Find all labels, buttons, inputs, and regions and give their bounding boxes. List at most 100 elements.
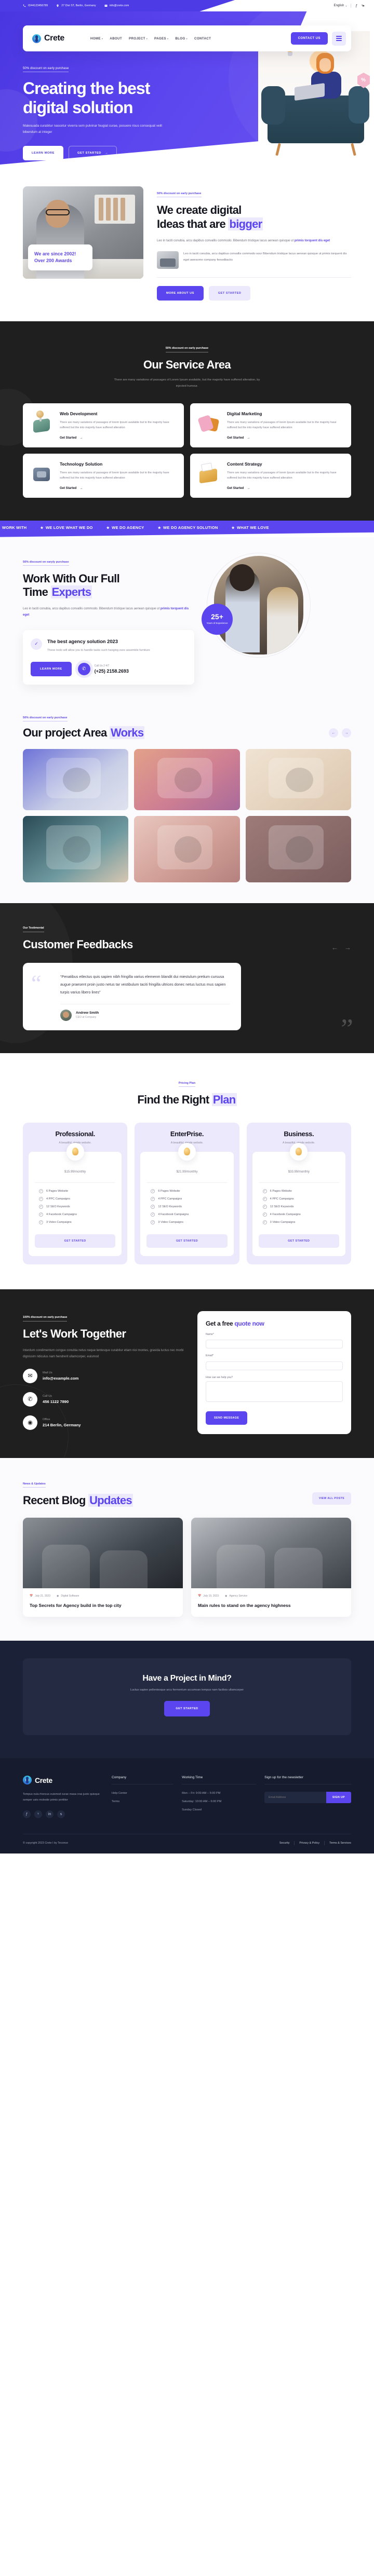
hero-get-started-label: GET STARTED bbox=[77, 151, 101, 155]
projects-grid bbox=[23, 749, 351, 883]
twitter-icon[interactable]: ᵛ bbox=[34, 1810, 42, 1818]
about-title-line1: We create digital bbox=[157, 203, 242, 216]
pricing-get-started-button[interactable]: GET STARTED bbox=[258, 1234, 339, 1248]
call-us-block[interactable]: ✆ Call Us 2 4/7 (+25) 2158.2693 bbox=[77, 662, 129, 675]
hero-learn-more-button[interactable]: LEARN MORE bbox=[23, 145, 63, 160]
skype-icon[interactable]: s bbox=[57, 1810, 65, 1818]
service-card[interactable]: Digital Marketing There are many variati… bbox=[190, 403, 351, 447]
nav-item-project[interactable]: PROJECT ▾ bbox=[129, 37, 148, 40]
pricing-card-price: $21.99 bbox=[176, 1170, 186, 1174]
testimonial-next-button[interactable]: → bbox=[344, 944, 351, 951]
project-tile[interactable] bbox=[23, 816, 129, 883]
top-bar: ID44123456789 27 Divi ST, Berlin, German… bbox=[0, 0, 374, 11]
project-tile[interactable] bbox=[134, 749, 240, 811]
about-get-started-button[interactable]: GET STARTED bbox=[208, 286, 251, 301]
projects-next-button[interactable]: → bbox=[342, 728, 351, 738]
contact-mail-item[interactable]: ✉ Mail Us info@example.com bbox=[23, 1368, 184, 1383]
project-tile[interactable] bbox=[23, 749, 129, 811]
service-card-link[interactable]: Get Started → bbox=[60, 437, 177, 440]
topbar-email[interactable]: info@crete.com bbox=[104, 4, 129, 7]
topbar-address[interactable]: 27 Divi ST, Berlin, Germany bbox=[56, 4, 96, 7]
tag-icon: ◉ bbox=[56, 1594, 59, 1598]
language-selector[interactable]: English ▾ bbox=[334, 4, 347, 7]
footer-link-terms-services[interactable]: Terms & Services bbox=[329, 1842, 351, 1845]
twitter-icon[interactable]: ​ᵛ▸ bbox=[362, 4, 365, 8]
service-card[interactable]: Web Development There are many variation… bbox=[23, 403, 184, 447]
pricing-feature: ✓ 4 PPC Campaigns bbox=[262, 1196, 339, 1201]
blog-card[interactable]: 📅 July 19, 2023 ◉ Agency Service Main rule… bbox=[191, 1518, 351, 1617]
pricing-grid: Professional. A beautiful, simple websit… bbox=[23, 1122, 351, 1264]
nav-item-pages[interactable]: PAGES ▾ bbox=[154, 37, 168, 40]
quote-form: Get a free quote now Name* Email* How ca… bbox=[197, 1311, 351, 1434]
blog-card-date: July 21, 2023 bbox=[35, 1594, 50, 1598]
contact-mail-value: info@example.com bbox=[43, 1375, 79, 1381]
calendar-icon: 📅 bbox=[30, 1594, 33, 1598]
footer-hours-heading: Working Time bbox=[182, 1776, 257, 1785]
blog-card-date-group: 📅 July 21, 2023 bbox=[30, 1594, 50, 1598]
nav-item-about[interactable]: ABOUT bbox=[110, 37, 122, 40]
newsletter-email-input[interactable] bbox=[264, 1792, 326, 1804]
pricing-get-started-button[interactable]: GET STARTED bbox=[146, 1234, 228, 1248]
more-about-us-button[interactable]: MORE ABOUT US bbox=[157, 286, 204, 301]
check-icon: ✓ bbox=[262, 1196, 267, 1201]
nav-item-blog[interactable]: BLOG ▾ bbox=[175, 37, 188, 40]
hero-section: % Crete HOME ▾ ABOUT PROJECT ▾ PAGES ▾ B… bbox=[0, 11, 374, 165]
footer-copyright: © copyright 2023 Crete I by Teconce bbox=[23, 1841, 69, 1845]
service-card-link[interactable]: Get Started → bbox=[227, 437, 344, 440]
name-input[interactable] bbox=[206, 1340, 343, 1349]
email-input[interactable] bbox=[206, 1361, 343, 1370]
service-card-link[interactable]: Get Started → bbox=[60, 487, 177, 490]
topbar-email-text: info@crete.com bbox=[109, 4, 129, 7]
pricing-header: Pricing Plan Find the Right Plan bbox=[23, 1077, 351, 1107]
view-all-posts-button[interactable]: VIEW ALL POSTS bbox=[312, 1492, 351, 1505]
service-card[interactable]: Content Strategy There are many variatio… bbox=[190, 453, 351, 498]
footer-link-security[interactable]: Security bbox=[279, 1842, 289, 1845]
menu-burger-icon[interactable] bbox=[332, 31, 346, 46]
message-textarea[interactable] bbox=[206, 1381, 343, 1402]
person-face-shape bbox=[319, 58, 331, 72]
marquee-item-label: WE DO AGENCY SOLUTION bbox=[163, 525, 218, 530]
projects-prev-button[interactable]: ← bbox=[329, 728, 338, 738]
nav-item-home[interactable]: HOME ▾ bbox=[90, 37, 103, 40]
topbar-contact-group: ID44123456789 27 Divi ST, Berlin, German… bbox=[0, 4, 129, 7]
pricing-feature: ✓ 12 SEO Keywords bbox=[151, 1204, 227, 1209]
about-paragraph-link[interactable]: primis torquent dis eget bbox=[295, 239, 330, 242]
facebook-icon[interactable]: ƒ bbox=[355, 4, 357, 8]
linkedin-icon[interactable]: in bbox=[46, 1810, 54, 1818]
newsletter-signup-button[interactable]: SIGN UP bbox=[326, 1792, 351, 1804]
hero-get-started-button[interactable]: GET STARTED → bbox=[68, 145, 117, 160]
about-paragraph: Leo in taciti conubia, arcu dapibus conv… bbox=[157, 238, 351, 244]
pricing-feature: ✓ 4 PPC Campaigns bbox=[39, 1196, 115, 1201]
experts-learn-more-button[interactable]: LEARN MORE bbox=[31, 661, 72, 676]
contact-office-item[interactable]: ◉ Office 214 Berlin, Germany bbox=[23, 1415, 184, 1430]
email-field-label: Email* bbox=[206, 1354, 213, 1358]
project-tile[interactable] bbox=[245, 749, 351, 811]
nav-item-contact[interactable]: CONTACT bbox=[194, 37, 211, 40]
footer-brand[interactable]: Crete bbox=[23, 1776, 103, 1785]
contact-us-button[interactable]: CONTACT US bbox=[290, 32, 328, 45]
footer-link-privacy[interactable]: Privacy & Policy bbox=[299, 1842, 319, 1845]
pricing-card-price: $33.99 bbox=[288, 1170, 298, 1174]
pricing-get-started-button[interactable]: GET STARTED bbox=[35, 1234, 116, 1248]
cta-get-started-button[interactable]: GET STARTED bbox=[164, 1701, 210, 1717]
brand-logo[interactable]: Crete bbox=[32, 34, 64, 43]
project-tile[interactable] bbox=[245, 816, 351, 883]
services-subtitle: There are many variations of passages of… bbox=[114, 378, 260, 388]
footer-link-help-center[interactable]: Help Center bbox=[112, 1792, 173, 1795]
award-card: We are since 2002! Over 200 Awards bbox=[28, 244, 92, 270]
service-card-link[interactable]: Get Started → bbox=[227, 487, 344, 490]
blog-title: Recent Blog Updates bbox=[23, 1493, 133, 1508]
service-card[interactable]: Technology Solution There are many varia… bbox=[23, 453, 184, 498]
topbar-phone[interactable]: ID44123456789 bbox=[23, 4, 48, 7]
send-message-button[interactable]: SEND MESSAGE bbox=[206, 1411, 248, 1425]
contact-phone-item[interactable]: ✆ Call Us 456 1122 7890 bbox=[23, 1392, 184, 1407]
blog-card[interactable]: 📅 July 21, 2023 ◉ Digital Software Top Sec… bbox=[23, 1518, 183, 1617]
testimonial-prev-button[interactable]: ← bbox=[331, 944, 338, 951]
footer-link-terms[interactable]: Terms bbox=[112, 1800, 173, 1803]
project-tile[interactable] bbox=[134, 816, 240, 883]
phone-icon bbox=[23, 4, 26, 7]
check-icon: ✓ bbox=[151, 1196, 155, 1201]
blog-card-category: Digital Software bbox=[61, 1594, 79, 1598]
facebook-icon[interactable]: ƒ bbox=[23, 1810, 31, 1818]
nav-item-pages-label: PAGES bbox=[154, 36, 166, 40]
